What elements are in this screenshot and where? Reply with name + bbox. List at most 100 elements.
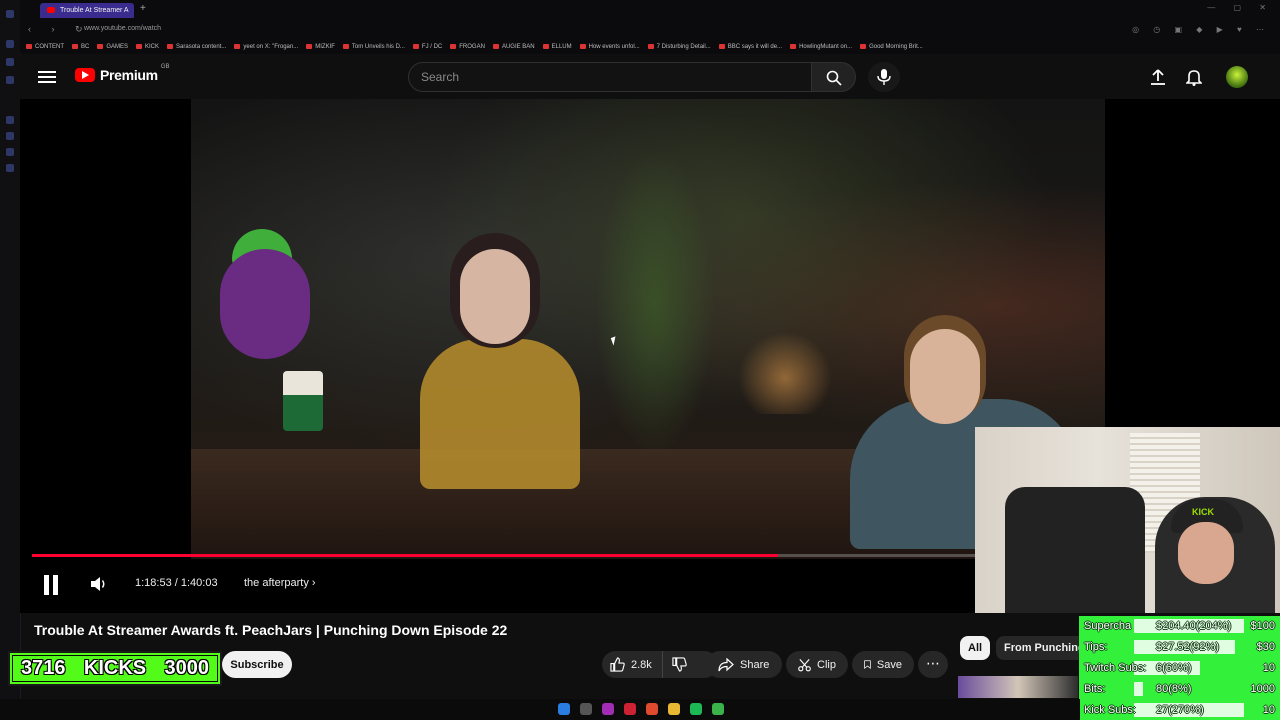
bookmark-item[interactable]: GAMES — [97, 40, 128, 54]
bookmark-item[interactable]: FJ / DC — [412, 40, 442, 54]
tab-title: Trouble At Streamer A — [60, 7, 129, 14]
opera-logo-icon[interactable] — [6, 10, 14, 18]
bookmark-item[interactable]: HowlingMutant on... — [790, 40, 852, 54]
chip-from-channel[interactable]: From Punching Down — [996, 636, 1086, 660]
share-icon — [718, 657, 734, 671]
taskbar-app-icon-1[interactable] — [602, 703, 614, 715]
pause-button[interactable] — [42, 575, 60, 595]
youtube-premium-logo[interactable]: Premium GB — [75, 64, 169, 83]
microphone-icon — [877, 69, 891, 85]
goal-row: Supercha $204.40(204%) $100 — [1084, 616, 1275, 636]
taskbar-spotify-icon[interactable] — [690, 703, 702, 715]
webcam-gaming-chair — [1005, 487, 1145, 613]
goal-row: Bits: 80(8%) 1000 — [1084, 679, 1275, 699]
bookmark-folder-icon — [72, 43, 78, 49]
volume-icon[interactable] — [90, 576, 108, 592]
bookmark-item[interactable]: AUGIE BAN — [492, 40, 535, 54]
bookmark-item[interactable]: How events unfol... — [579, 40, 640, 54]
taskbar-app-icon-2[interactable] — [712, 703, 724, 715]
clip-button[interactable]: Clip — [786, 651, 848, 678]
player-controls: 1:18:53 / 1:40:03 the afterparty › — [20, 571, 980, 599]
stream-goals-overlay: Supercha $204.40(204%) $100 Tips: $27.52(92%… — [1079, 616, 1280, 720]
bookmark-folder-icon — [542, 43, 549, 49]
bookmark-item[interactable]: CONTENT — [26, 40, 64, 54]
messenger-icon[interactable] — [6, 148, 14, 156]
account-avatar[interactable] — [1226, 66, 1248, 88]
time-display: 1:18:53 / 1:40:03 — [135, 577, 218, 589]
scene-cup — [283, 371, 323, 431]
hamburger-menu-icon[interactable] — [38, 68, 56, 84]
search-icon — [826, 70, 842, 86]
bookmark-item[interactable]: KICK — [136, 40, 159, 54]
rail-icon-3[interactable] — [6, 76, 14, 84]
bookmark-folder-icon — [306, 43, 313, 49]
bookmark-item[interactable]: ELLUM — [542, 40, 572, 54]
rail-icon-4[interactable] — [6, 116, 14, 124]
kicks-count: 3716 — [21, 657, 66, 679]
rail-icon-5[interactable] — [6, 132, 14, 140]
kicks-goal: 3000 — [164, 657, 209, 679]
nav-arrows-icon[interactable]: ‹ › ↻ — [28, 24, 92, 35]
pause-icon-bar — [53, 575, 58, 595]
bookmark-item[interactable]: BBC says it will de... — [718, 40, 782, 54]
goal-row: Tips: $27.52(92%) $30 — [1084, 637, 1275, 657]
taskbar-search-icon[interactable] — [580, 703, 592, 715]
save-label: Save — [876, 658, 902, 671]
video-player[interactable]: 1:18:53 / 1:40:03 the afterparty › KICK — [20, 99, 1280, 613]
scissors-icon — [798, 658, 811, 671]
scene-bottles — [730, 324, 840, 414]
taskbar-opera-icon[interactable] — [624, 703, 636, 715]
search-button[interactable] — [812, 62, 856, 92]
save-button[interactable]: Save — [852, 651, 914, 678]
thumbs-up-icon — [610, 657, 625, 672]
windows-start-icon[interactable] — [558, 703, 570, 715]
goal-goal: 10 — [1262, 662, 1275, 674]
bookmark-label: KICK — [145, 44, 160, 50]
bookmark-label: Tom Unveils his D... — [351, 44, 405, 50]
recommended-video-thumbnail[interactable] — [958, 676, 1078, 698]
notifications-bell-icon[interactable] — [1186, 68, 1202, 86]
browser-tab-active[interactable]: Trouble At Streamer A — [40, 3, 134, 18]
share-button[interactable]: Share — [706, 651, 782, 678]
goal-progress-bar — [1134, 682, 1143, 696]
new-tab-icon[interactable]: + — [140, 3, 146, 14]
upload-icon[interactable] — [1150, 68, 1166, 86]
browser-tab-bar: Trouble At Streamer A + — ▢ ✕ — [20, 0, 1280, 20]
seek-bar[interactable] — [32, 554, 976, 557]
taskbar-folder-icon[interactable] — [668, 703, 680, 715]
taskbar-chrome-icon[interactable] — [646, 703, 658, 715]
like-button[interactable]: 2.8k — [602, 651, 663, 678]
goal-label: Tips: — [1084, 641, 1108, 653]
bookmark-folder-icon — [136, 43, 143, 49]
bookmark-item[interactable]: yeet on X: "Frogan... — [234, 40, 298, 54]
bookmark-item[interactable]: 7 Disturbing Detail... — [647, 40, 711, 54]
subscribe-button[interactable]: Subscribe — [222, 651, 292, 678]
window-controls[interactable]: — ▢ ✕ — [1207, 3, 1274, 12]
search-box — [408, 62, 813, 92]
bookmark-folder-icon — [450, 43, 457, 49]
rail-icon-2[interactable] — [6, 58, 14, 66]
rail-icon-6[interactable] — [6, 164, 14, 172]
seek-bar-progress — [32, 554, 778, 557]
bookmark-label: Good Morning Brit... — [869, 44, 923, 50]
bookmark-label: MIZKIF — [315, 44, 335, 50]
chapter-button[interactable]: the afterparty › — [244, 577, 316, 589]
more-actions-icon[interactable]: ⋯ — [918, 651, 948, 678]
dislike-button[interactable] — [663, 657, 687, 672]
url-field[interactable]: www.youtube.com/watch — [84, 25, 161, 32]
chip-all[interactable]: All — [960, 636, 991, 660]
bookmark-item[interactable]: FROGAN — [450, 40, 485, 54]
bookmark-item[interactable]: Sarasota content... — [167, 40, 226, 54]
bookmark-item[interactable]: Tom Unveils his D... — [342, 40, 405, 54]
rail-icon-1[interactable] — [6, 40, 14, 48]
chapter-title: the afterparty — [244, 577, 309, 589]
share-label: Share — [740, 658, 770, 671]
bookmark-item[interactable]: MIZKIF — [306, 40, 335, 54]
search-input[interactable] — [409, 63, 813, 91]
kicks-counter-widget: 3716 KICKS 3000 — [8, 651, 222, 686]
bookmark-item[interactable]: BC — [72, 40, 89, 54]
extension-icons[interactable]: ◎ ◷ ▣ ◆ ▶ ♥ ⋯ — [1132, 25, 1270, 34]
goal-goal: 1000 — [1250, 683, 1275, 695]
bookmark-item[interactable]: Good Morning Brit... — [860, 40, 923, 54]
voice-search-button[interactable] — [868, 62, 900, 92]
